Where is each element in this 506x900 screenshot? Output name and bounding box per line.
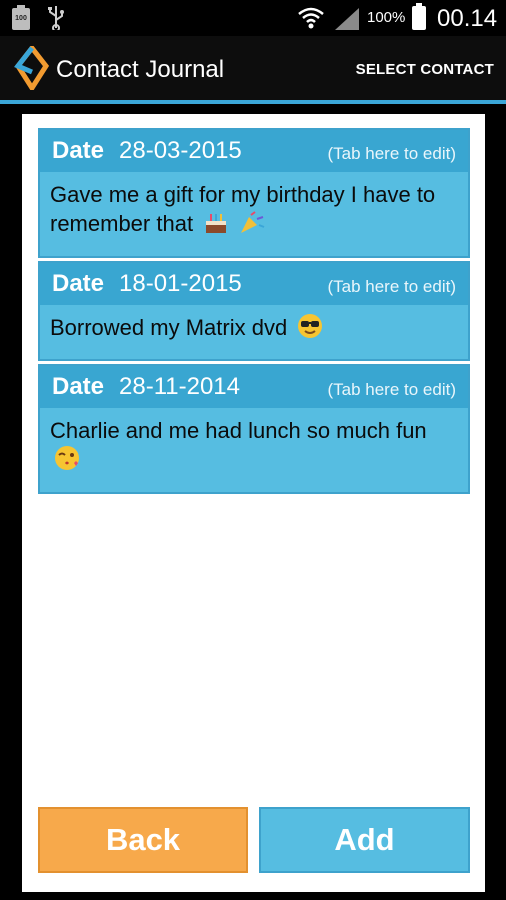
- status-bar: 100 100% 00.14: [0, 0, 506, 36]
- entry-text: Charlie and me had lunch so much fun: [50, 418, 427, 443]
- back-button[interactable]: Back: [38, 807, 248, 873]
- entry-date: 18-01-2015: [119, 270, 242, 297]
- entry-text: Borrowed my Matrix dvd: [50, 315, 288, 340]
- entry-text-container: Gave me a gift for my birthday I have to…: [40, 172, 468, 248]
- battery-small-label: 100: [15, 15, 27, 22]
- wifi-icon: [298, 7, 324, 29]
- sunglasses-emoji: [298, 314, 323, 338]
- kissing-wink-emoji: [55, 446, 79, 470]
- entry-header: Date 28-03-2015 (Tab here to edit): [40, 130, 468, 172]
- action-bar: Contact Journal SELECT CONTACT: [0, 36, 506, 100]
- party-popper-emoji: [241, 211, 265, 233]
- usb-icon: [48, 6, 64, 30]
- entry-edit-hint[interactable]: (Tab here to edit): [327, 380, 456, 400]
- entry-text-container: Borrowed my Matrix dvd: [40, 305, 468, 352]
- signal-icon: [335, 8, 359, 30]
- journal-panel: Date 28-03-2015 (Tab here to edit) Gave …: [22, 114, 485, 892]
- select-contact-button[interactable]: SELECT CONTACT: [356, 61, 494, 78]
- cake-emoji: [206, 214, 227, 233]
- battery-icon: 100: [12, 5, 30, 30]
- action-bar-divider: [0, 100, 506, 104]
- battery-percent: 100%: [367, 9, 406, 26]
- journal-entry[interactable]: Date 28-11-2014 (Tab here to edit) Charl…: [38, 364, 470, 494]
- entry-header: Date 18-01-2015 (Tab here to edit): [40, 263, 468, 305]
- entry-date: 28-03-2015: [119, 137, 242, 164]
- battery-icon: [412, 3, 426, 30]
- entry-edit-hint[interactable]: (Tab here to edit): [327, 144, 456, 164]
- app-logo-icon[interactable]: [14, 46, 50, 90]
- add-button[interactable]: Add: [259, 807, 470, 873]
- journal-entry[interactable]: Date 28-03-2015 (Tab here to edit) Gave …: [38, 128, 470, 258]
- app-title: Contact Journal: [56, 56, 225, 83]
- entry-date-label: Date: [52, 137, 105, 164]
- entry-date-label: Date: [52, 270, 105, 297]
- entry-date: 28-11-2014: [119, 373, 240, 400]
- entry-text-container: Charlie and me had lunch so much fun: [40, 408, 468, 484]
- journal-entry[interactable]: Date 18-01-2015 (Tab here to edit) Borro…: [38, 261, 470, 361]
- clock: 00.14: [437, 5, 498, 32]
- entry-edit-hint[interactable]: (Tab here to edit): [327, 277, 456, 297]
- entry-date-label: Date: [52, 373, 105, 400]
- entry-header: Date 28-11-2014 (Tab here to edit): [40, 366, 468, 408]
